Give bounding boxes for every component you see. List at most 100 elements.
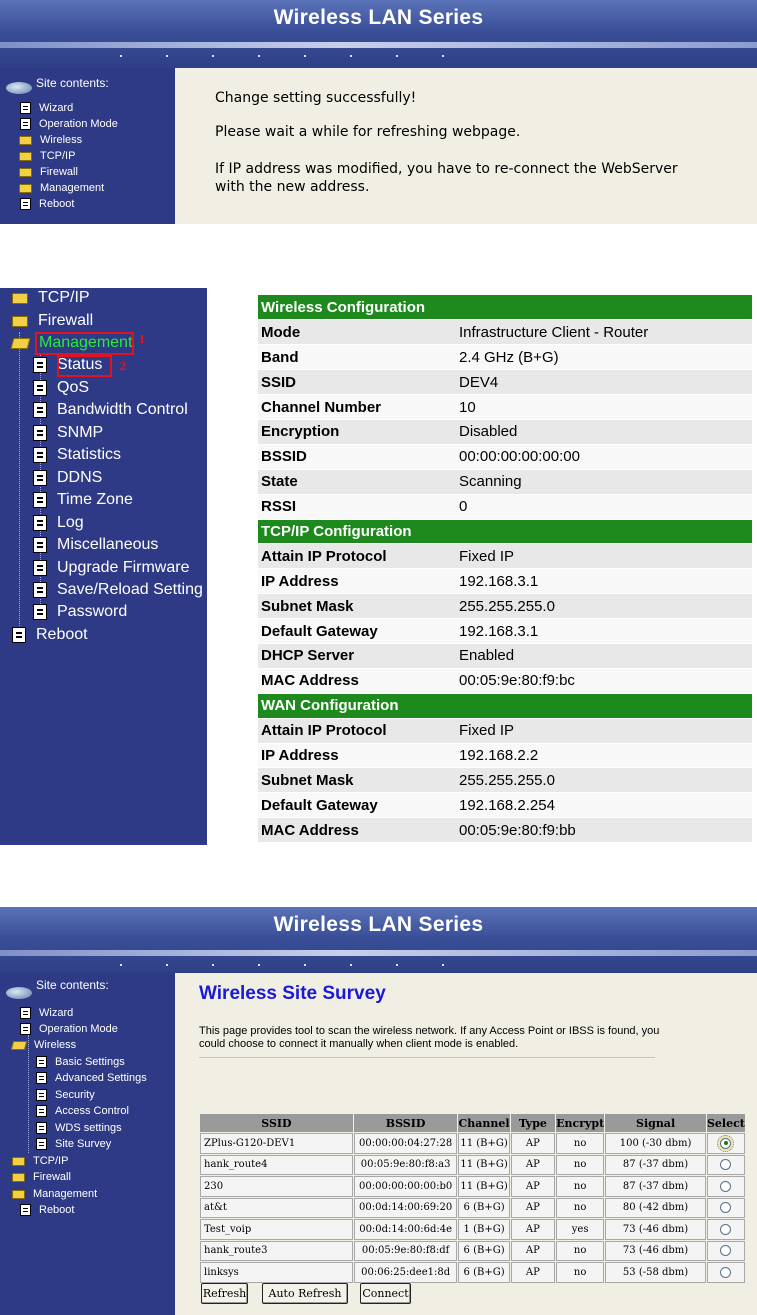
channel-cell: 11 (B+G) xyxy=(458,1176,510,1197)
field-label: State xyxy=(258,469,456,495)
section-header: TCP/IP Configuration xyxy=(258,519,752,545)
nav-item-snmp[interactable]: SNMP xyxy=(33,423,103,443)
select-cell xyxy=(706,1154,745,1175)
bssid-cell: 00:05:9e:80:f8:df xyxy=(353,1240,458,1261)
nav-item-basic-settings[interactable]: Basic Settings xyxy=(28,1054,125,1070)
auto-refresh-button[interactable]: Auto Refresh xyxy=(262,1283,348,1304)
nav-label: Miscellaneous xyxy=(57,536,159,553)
field-label: Mode xyxy=(258,319,456,346)
nav-label: Wireless xyxy=(34,1039,77,1051)
select-radio[interactable] xyxy=(720,1180,732,1192)
table-row: BSSID 00:00:00:00:00:00 xyxy=(258,444,752,470)
nav-label: SNMP xyxy=(57,424,104,441)
channel-cell: 11 (B+G) xyxy=(458,1154,510,1175)
nav-item-security[interactable]: Security xyxy=(28,1087,95,1103)
select-cell xyxy=(706,1197,745,1218)
folder-icon xyxy=(12,1189,25,1199)
nav-item-wireless[interactable]: Wireless xyxy=(12,132,118,148)
nav-item-time-zone[interactable]: Time Zone xyxy=(33,490,133,510)
connect-button[interactable]: Connect xyxy=(360,1283,411,1304)
nav-item-operation-mode[interactable]: Operation Mode xyxy=(12,116,118,132)
nav-item-operation-mode[interactable]: Operation Mode xyxy=(12,1021,118,1037)
select-radio[interactable] xyxy=(720,1266,732,1278)
nav-item-wireless[interactable]: Wireless xyxy=(5,1037,76,1053)
section-header: Wireless Configuration xyxy=(258,295,752,321)
table-row: Test_voip 00:0d:14:00:6d:4e 1 (B+G) AP y… xyxy=(200,1219,745,1240)
select-radio[interactable] xyxy=(720,1245,732,1257)
banner-stripe xyxy=(0,950,757,956)
section-title: Wireless Configuration xyxy=(258,295,752,321)
nav-label: Management xyxy=(40,182,105,194)
nav-item-firewall[interactable]: Firewall xyxy=(0,311,93,331)
nav-item-tcpip[interactable]: TCP/IP xyxy=(0,288,90,308)
nav-item-management[interactable]: Management xyxy=(5,1186,97,1202)
select-radio[interactable] xyxy=(720,1202,732,1214)
nav-item-qos[interactable]: QoS xyxy=(33,378,89,398)
nav-item-tcpip[interactable]: TCP/IP xyxy=(12,148,118,164)
table-row: ZPlus-G120-DEV1 00:00:00:04:27:28 11 (B+… xyxy=(200,1133,745,1154)
nav-item-reboot[interactable]: Reboot xyxy=(12,625,88,645)
nav-item-ddns[interactable]: DDNS xyxy=(33,468,102,488)
nav-item-firewall[interactable]: Firewall xyxy=(12,164,118,180)
nav-item-advanced-settings[interactable]: Advanced Settings xyxy=(28,1070,147,1086)
field-value: 2.4 GHz (B+G) xyxy=(456,344,752,371)
nav-item-access-control[interactable]: Access Control xyxy=(28,1103,129,1119)
tree-line xyxy=(19,332,20,632)
nav-label: Reboot xyxy=(39,1204,75,1216)
ssid-cell: ZPlus-G120-DEV1 xyxy=(200,1133,353,1154)
table-row: Band 2.4 GHz (B+G) xyxy=(258,344,752,371)
nav-item-wds-settings[interactable]: WDS settings xyxy=(28,1120,122,1136)
page-icon xyxy=(36,1138,47,1150)
page-icon xyxy=(33,380,47,396)
field-label: SSID xyxy=(258,369,456,396)
nav-item-reboot[interactable]: Reboot xyxy=(12,1202,74,1218)
page-icon xyxy=(36,1072,47,1084)
page-title: Wireless Site Survey xyxy=(199,983,386,1004)
bssid-cell: 00:00:00:00:00:b0 xyxy=(353,1176,458,1197)
nav-label: Basic Settings xyxy=(55,1056,125,1068)
sidebar: Site contents: Wizard Operation Mode Wir… xyxy=(0,68,175,224)
banner: Wireless LAN Series xyxy=(0,907,757,973)
column-header-ssid: SSID xyxy=(200,1114,353,1132)
nav-item-upgrade-firmware[interactable]: Upgrade Firmware xyxy=(33,558,189,578)
annotation-label-2: 2 xyxy=(119,360,127,373)
nav-item-tcpip[interactable]: TCP/IP xyxy=(5,1153,68,1169)
nav-item-reboot[interactable]: Reboot xyxy=(12,196,118,212)
channel-cell: 6 (B+G) xyxy=(458,1197,510,1218)
type-cell: AP xyxy=(510,1133,555,1154)
nav-label: Site Survey xyxy=(55,1138,112,1150)
nav-label: Management xyxy=(33,1188,98,1200)
nav-item-password[interactable]: Password xyxy=(33,602,127,622)
nav-item-bandwidth-control[interactable]: Bandwidth Control xyxy=(33,400,188,420)
nav-item-wizard[interactable]: Wizard xyxy=(12,1005,73,1021)
field-label: IP Address xyxy=(258,743,456,769)
reconnect-message: If IP address was modified, you have to … xyxy=(215,161,678,177)
select-radio[interactable] xyxy=(720,1159,732,1171)
nav-item-save-reload-setting[interactable]: Save/Reload Setting xyxy=(33,580,203,600)
nav-item-wizard[interactable]: Wizard xyxy=(12,100,118,116)
select-radio[interactable] xyxy=(720,1223,732,1235)
nav-item-log[interactable]: Log xyxy=(33,513,84,533)
banner-dots xyxy=(120,964,480,966)
nav-label: TCP/IP xyxy=(40,150,76,162)
nav-item-statistics[interactable]: Statistics xyxy=(33,445,121,465)
nav-item-firewall[interactable]: Firewall xyxy=(5,1169,71,1185)
folder-icon xyxy=(12,292,28,304)
site-survey-content: Wireless Site Survey This page provides … xyxy=(175,973,757,1315)
nav-item-management[interactable]: Management xyxy=(12,180,118,196)
column-header-bssid: BSSID xyxy=(353,1114,458,1132)
nav-item-miscellaneous[interactable]: Miscellaneous xyxy=(33,535,158,555)
field-label: DHCP Server xyxy=(258,643,456,669)
refresh-button[interactable]: Refresh xyxy=(201,1283,248,1304)
field-value: Disabled xyxy=(456,419,752,445)
page-icon xyxy=(20,1023,31,1035)
page-icon xyxy=(33,492,47,508)
banner-title: Wireless LAN Series xyxy=(273,913,484,936)
table-row: RSSI 0 xyxy=(258,494,752,520)
page-icon xyxy=(12,627,26,643)
select-radio[interactable] xyxy=(717,1134,735,1152)
table-row: Mode Infrastructure Client - Router xyxy=(258,319,752,346)
page-icon xyxy=(36,1056,47,1068)
page-icon xyxy=(33,357,47,373)
nav-item-site-survey[interactable]: Site Survey xyxy=(28,1136,111,1152)
